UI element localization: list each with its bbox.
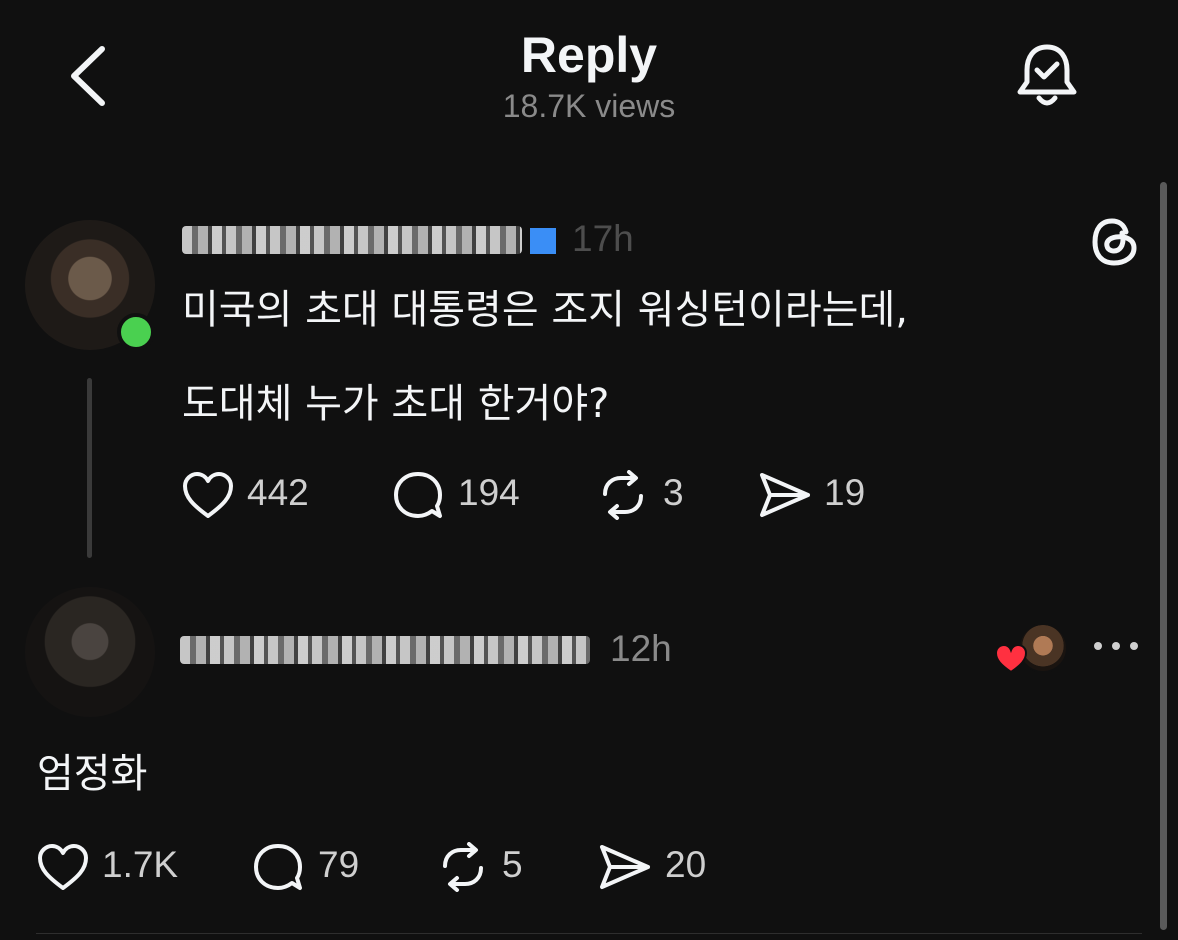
liked-by-author-heart-icon bbox=[994, 643, 1028, 675]
post-text-line-1: 미국의 초대 대통령은 조지 워싱턴이라는데, bbox=[182, 287, 908, 333]
comment-icon[interactable] bbox=[252, 842, 304, 894]
verified-badge-icon bbox=[530, 228, 556, 254]
online-status-dot bbox=[117, 313, 155, 351]
thread-line bbox=[87, 378, 92, 558]
repost-icon[interactable] bbox=[437, 842, 489, 892]
post-text-line-2: 도대체 누가 초대 한거야? bbox=[182, 381, 610, 427]
views-count: 18.7K views bbox=[502, 88, 676, 124]
comment-icon[interactable] bbox=[392, 470, 444, 522]
avatar[interactable] bbox=[25, 587, 155, 717]
comment-count: 194 bbox=[458, 472, 520, 513]
divider bbox=[36, 933, 1142, 934]
more-options-icon[interactable] bbox=[1092, 638, 1140, 654]
notification-bell-check-icon[interactable] bbox=[1016, 42, 1078, 108]
share-icon[interactable] bbox=[598, 842, 652, 892]
like-count: 442 bbox=[247, 472, 309, 513]
username-redacted[interactable] bbox=[182, 226, 522, 254]
share-icon[interactable] bbox=[758, 470, 812, 520]
scrollbar[interactable] bbox=[1160, 182, 1167, 930]
reply-text: 엄정화 bbox=[37, 751, 148, 797]
like-count: 1.7K bbox=[102, 844, 179, 885]
comment-count: 79 bbox=[318, 844, 360, 885]
heart-icon[interactable] bbox=[36, 842, 90, 892]
repost-icon[interactable] bbox=[597, 470, 649, 520]
threads-logo-icon[interactable] bbox=[1090, 216, 1140, 268]
share-count: 19 bbox=[824, 472, 866, 513]
heart-icon[interactable] bbox=[181, 470, 235, 520]
share-count: 20 bbox=[665, 844, 707, 885]
repost-count: 3 bbox=[663, 472, 684, 513]
page-title: Reply bbox=[520, 27, 658, 83]
post-time: 17h bbox=[572, 218, 634, 259]
repost-count: 5 bbox=[502, 844, 523, 885]
username-redacted[interactable] bbox=[180, 636, 590, 664]
reply-time: 12h bbox=[610, 628, 672, 669]
